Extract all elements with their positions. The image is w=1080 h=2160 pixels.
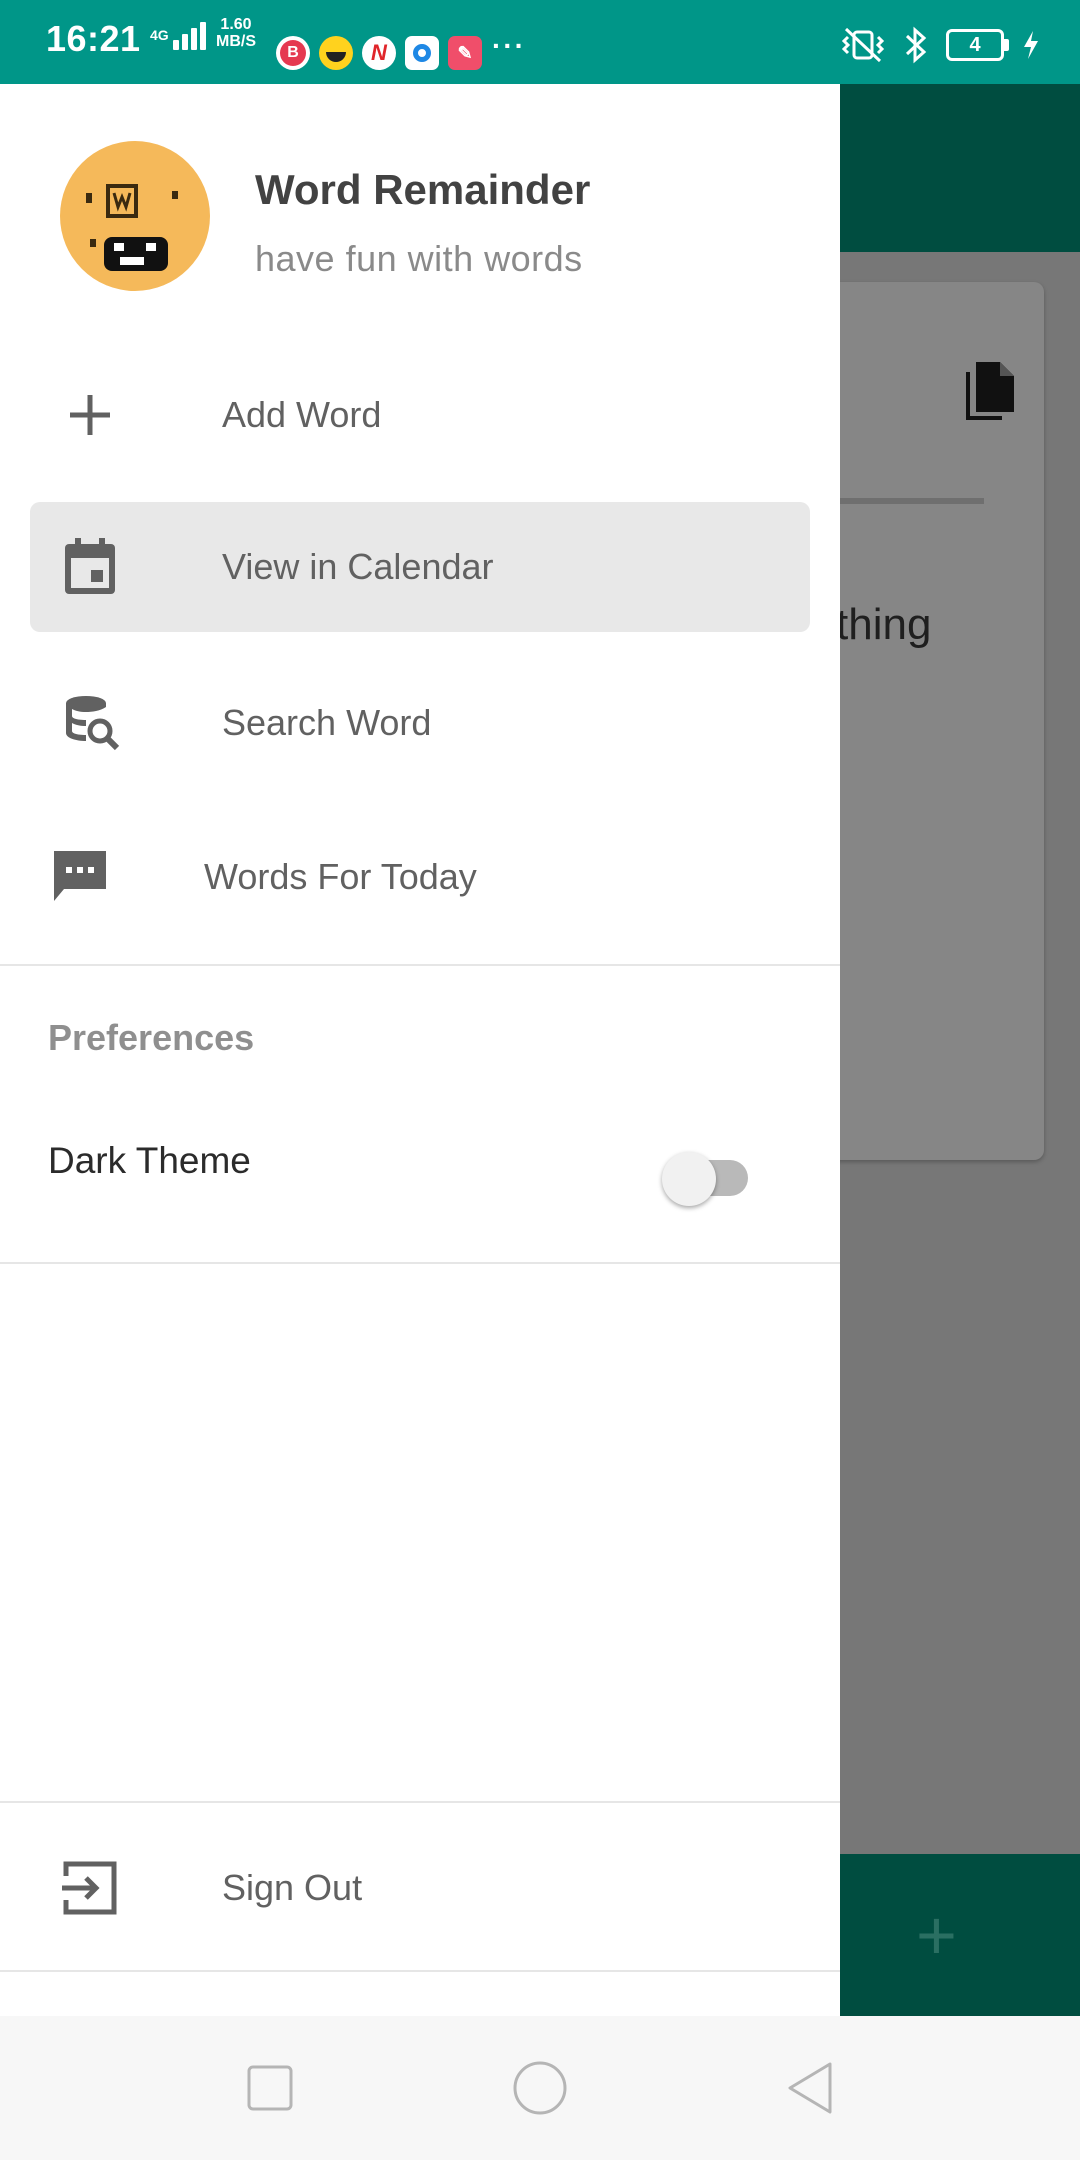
network-speed: 1.60 MB/S [216, 16, 256, 50]
sign-out-icon [58, 1856, 122, 1920]
notification-icons: B N ✎ [276, 36, 482, 70]
app-title: Word Remainder [255, 166, 591, 213]
monster-face-icon [86, 184, 178, 271]
nav-item-search-word[interactable]: Search Word [30, 658, 810, 788]
calendar-icon [58, 535, 122, 599]
plus-icon [58, 383, 122, 447]
navigation-drawer: Word Remainder have fun with words Add W… [0, 84, 840, 2016]
nav-item-label: View in Calendar [222, 546, 494, 587]
copy-icon [966, 362, 1014, 420]
back-button[interactable] [780, 2058, 840, 2118]
bluetooth-icon [905, 26, 927, 64]
news-app-icon: N [362, 36, 396, 70]
more-notifications: ··· [492, 30, 526, 61]
sign-out-button[interactable]: Sign Out [30, 1823, 810, 1953]
signal-indicator: 4G [150, 20, 206, 50]
signal-bars-icon [172, 20, 206, 50]
speed-unit: MB/S [216, 33, 256, 50]
battery-icon: 4 [946, 29, 1009, 61]
nav-item-words-for-today[interactable]: Words For Today [30, 812, 810, 942]
network-type: 4G [150, 27, 169, 43]
system-icons: 4 [840, 26, 1040, 64]
emoji-app-icon [319, 36, 353, 70]
app-subtitle: have fun with words [255, 238, 583, 279]
nav-item-add-word[interactable]: Add Word [30, 350, 810, 480]
app-notification-icon: B [276, 36, 310, 70]
status-bar: 16:21 4G 1.60 MB/S B N ✎ ··· 4 [0, 0, 1080, 84]
divider [0, 964, 840, 966]
divider [0, 1262, 840, 1264]
message-dots-icon [48, 845, 112, 909]
divider [0, 1801, 840, 1803]
database-search-icon [60, 691, 124, 755]
home-button[interactable] [510, 2058, 570, 2118]
nav-item-label: Search Word [222, 702, 432, 743]
app-avatar [60, 141, 210, 291]
speed-value: 1.60 [220, 16, 252, 33]
charging-icon [1024, 31, 1038, 59]
system-nav-bar [0, 2016, 1080, 2160]
dark-theme-toggle[interactable] [662, 1144, 758, 1206]
clock: 16:21 [46, 18, 141, 59]
add-fab-icon: + [916, 1896, 957, 1974]
background-card-text: thing [836, 600, 932, 649]
nav-item-label: Add Word [222, 394, 382, 435]
vibrate-mute-icon [841, 27, 885, 63]
sign-out-label: Sign Out [222, 1867, 363, 1908]
nav-item-view-in-calendar[interactable]: View in Calendar [30, 502, 810, 632]
dark-theme-label: Dark Theme [48, 1140, 251, 1181]
divider [0, 1970, 840, 1972]
nav-item-label: Words For Today [204, 856, 477, 897]
battery-level: 4 [969, 33, 981, 56]
recents-button[interactable] [240, 2058, 300, 2118]
pen-app-icon: ✎ [448, 36, 482, 70]
toggle-thumb [662, 1152, 716, 1206]
background-divider [840, 498, 984, 504]
preferences-header: Preferences [48, 1017, 255, 1058]
browser-app-icon [405, 36, 439, 70]
